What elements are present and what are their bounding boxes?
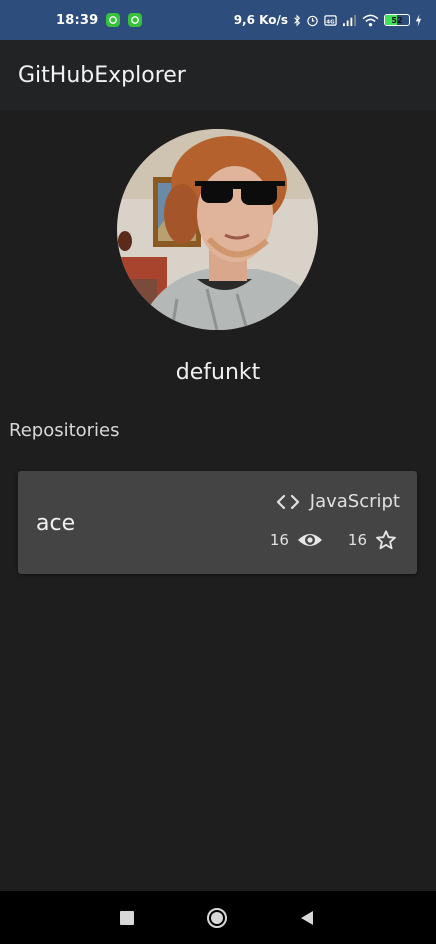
- notification-app-icon: [128, 13, 143, 27]
- status-bar: 18:39 9,6 Ko/s 4G 52: [0, 0, 436, 40]
- notification-app-icon: [106, 13, 121, 27]
- circle-icon: [207, 907, 227, 928]
- battery-icon: 52: [384, 14, 410, 26]
- star-icon: [376, 530, 396, 550]
- app-title: GitHubExplorer: [18, 62, 186, 88]
- status-left: 18:39: [56, 12, 143, 28]
- repositories-heading: Repositories: [9, 420, 120, 441]
- alarm-icon: [307, 15, 318, 26]
- svg-text:4G: 4G: [326, 19, 335, 25]
- wifi-icon: [362, 14, 379, 26]
- user-avatar: [117, 129, 318, 330]
- charging-icon: [415, 13, 422, 27]
- repo-name: ace: [36, 511, 76, 536]
- code-icon: [276, 494, 299, 509]
- eye-icon: [297, 534, 322, 546]
- recents-button[interactable]: [97, 891, 157, 944]
- square-icon: [120, 910, 134, 925]
- repo-card[interactable]: ace JavaScript 16 16: [18, 471, 417, 574]
- app-bar: GitHubExplorer: [0, 40, 436, 110]
- volte-icon: 4G: [324, 14, 337, 26]
- repo-language-label: JavaScript: [309, 491, 400, 512]
- status-right: 9,6 Ko/s 4G 52: [234, 13, 422, 27]
- stars-count: 16: [347, 531, 367, 549]
- network-speed: 9,6 Ko/s: [233, 13, 288, 27]
- repo-stats: 16 16: [270, 529, 397, 551]
- watchers-count: 16: [269, 531, 289, 549]
- signal-icon: [343, 14, 356, 26]
- battery-level: 52: [391, 15, 403, 25]
- repo-language: JavaScript: [276, 491, 400, 512]
- system-nav-bar: [0, 891, 436, 944]
- avatar-photo: [117, 129, 318, 330]
- home-button[interactable]: [187, 891, 247, 944]
- status-time: 18:39: [56, 12, 99, 28]
- back-button[interactable]: [277, 891, 337, 944]
- username: defunkt: [175, 360, 261, 385]
- triangle-icon: [301, 910, 313, 925]
- bluetooth-icon: [294, 13, 301, 27]
